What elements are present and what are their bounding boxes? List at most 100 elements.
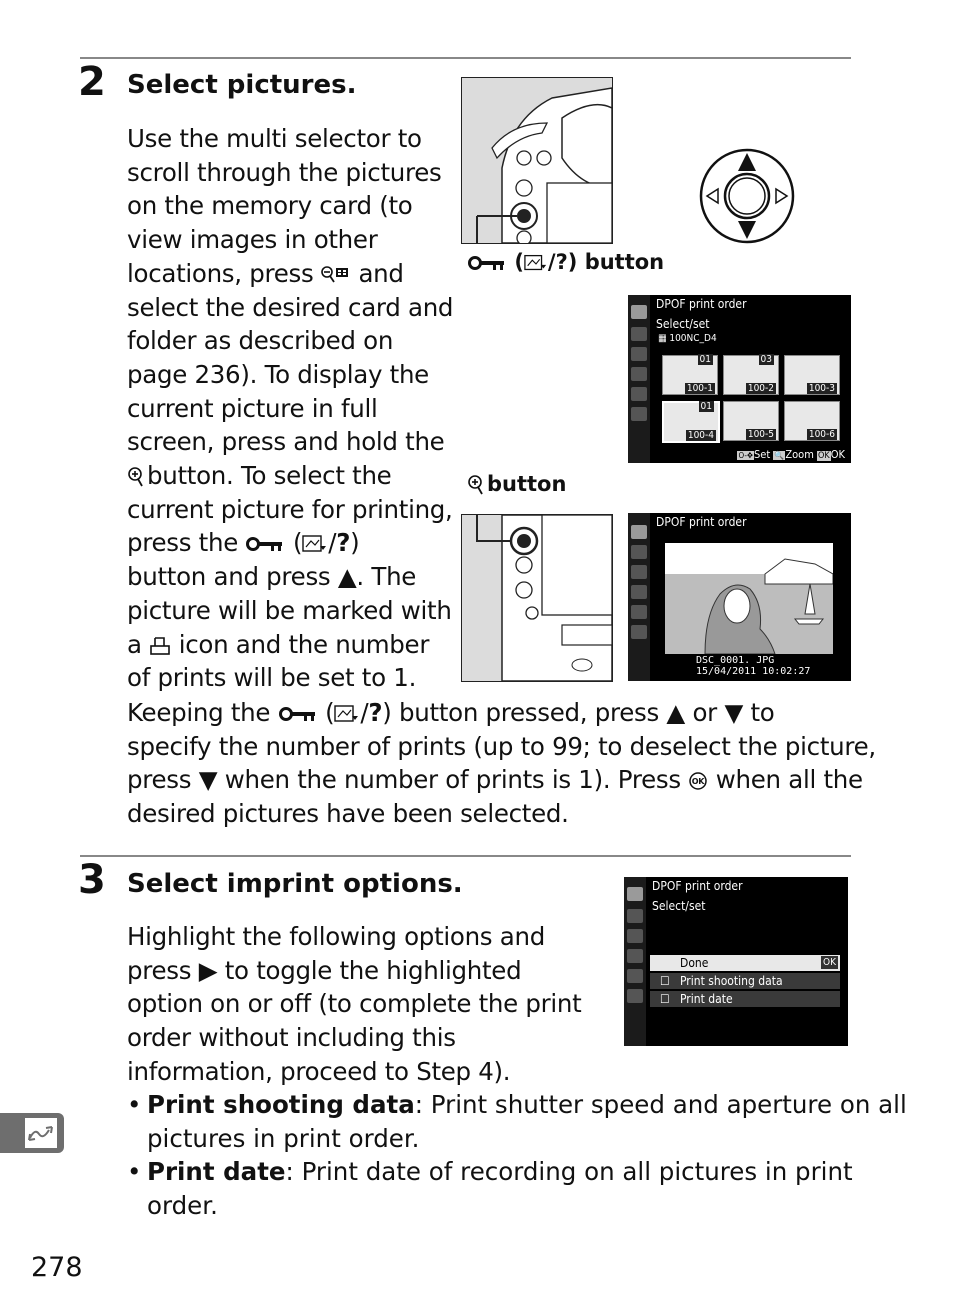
text-line: Use the multi selector to: [127, 124, 422, 153]
shooting-menu-icon: [631, 327, 647, 341]
screen-title: DPOF print order: [652, 879, 743, 893]
screen-subtitle: Select/set: [652, 899, 706, 913]
menu-item-label: Print date: [680, 992, 733, 1006]
thumb-label: 100-6: [806, 429, 837, 440]
text: or: [692, 698, 717, 727]
protect-button-caption: (/?) button: [467, 250, 664, 274]
text: to toggle the highlighted: [224, 955, 522, 985]
thumbnail[interactable]: 100-5: [723, 401, 779, 441]
text: button: [487, 472, 567, 496]
menu-item-label: Done: [680, 956, 709, 970]
step-title: Select pictures.: [127, 70, 357, 100]
text: Keeping the: [127, 698, 271, 727]
checkbox-unchecked-icon[interactable]: ☐: [660, 991, 670, 1007]
footer-ok: OK: [830, 448, 845, 461]
text: button and press: [127, 562, 331, 592]
text-line: desired pictures have been selected.: [127, 799, 569, 829]
menu-item-done[interactable]: Done OK: [650, 955, 840, 971]
thumbnail-selected[interactable]: 01 100-4: [662, 401, 720, 443]
help-icon: ?: [336, 528, 351, 558]
picture-control-icon: [524, 254, 547, 271]
text: button. To select the: [147, 461, 392, 491]
text-line: current picture for printing,: [127, 494, 453, 524]
step-number: 2: [78, 59, 106, 105]
camera-back-illustration: [461, 77, 613, 244]
bullet-dot: •: [127, 1090, 142, 1119]
text-line: of prints will be set to 1.: [127, 663, 417, 693]
bullet-dot: •: [127, 1157, 142, 1187]
thumbnail[interactable]: 100-3: [784, 355, 840, 395]
text: (: [292, 528, 303, 558]
ok-button-icon: OK: [689, 772, 708, 791]
text-line: specify the number of prints (up to 99; …: [127, 731, 876, 761]
bullet-item: • Print date: Print date of recording on…: [127, 1155, 857, 1222]
text-line: current picture in full: [127, 393, 378, 423]
text: when all the: [715, 765, 863, 795]
picture-control-icon: [302, 535, 327, 553]
up-arrow-icon: ▲: [666, 698, 685, 727]
thumbnail[interactable]: 01 100-1: [662, 354, 718, 395]
thumb-label: 100-5: [745, 429, 776, 440]
text: press: [127, 955, 192, 985]
thumbnail-zoom-out-icon: [321, 266, 348, 283]
text: a: [127, 629, 142, 659]
help-icon: ?: [555, 250, 568, 274]
menu-item-print-shooting-data[interactable]: ☐ Print shooting data: [650, 973, 840, 989]
page-number: 278: [31, 1252, 83, 1283]
text-line: press the (/?): [127, 526, 447, 560]
text: press: [127, 765, 192, 795]
down-arrow-icon: ▼: [198, 765, 218, 795]
help-icon: ?: [368, 698, 383, 727]
text-line: Highlight the following options and: [127, 922, 545, 951]
retouch-menu-icon: [631, 387, 647, 401]
text-line: option on or off (to complete the print: [127, 989, 582, 1019]
menu-sidebar: [628, 513, 650, 681]
camera-screen-imprint-options: DPOF print order Select/set Done OK ☐ Pr…: [624, 877, 848, 1046]
file-datetime: 15/04/2011 10:02:27: [696, 666, 811, 677]
text-line: on the memory card (to: [127, 191, 413, 221]
portrait-photo: [704, 558, 833, 654]
step2-continuation: Keeping the (/?) button pressed, press ▲…: [127, 696, 876, 831]
setup-menu-icon: [631, 367, 647, 381]
bullet-desc: order.: [147, 1191, 218, 1221]
text-line: order without including this: [127, 1023, 456, 1053]
thumbnail[interactable]: 03 100-2: [723, 354, 779, 395]
text: ): [350, 528, 360, 558]
section-divider: [80, 57, 851, 59]
text-line: select the desired card and: [127, 292, 454, 322]
up-arrow-icon: ▲: [337, 562, 357, 592]
bullet-list: • Print shooting data: Print shutter spe…: [127, 1088, 907, 1223]
camera-body-drawing: [462, 515, 612, 681]
print-count: 01: [697, 354, 713, 365]
text: ) button pressed, press: [382, 698, 659, 727]
camera-back-zoom-illustration: [461, 514, 613, 682]
menu-item-print-date[interactable]: ☐ Print date: [650, 991, 840, 1007]
menu-sidebar: [628, 295, 650, 463]
down-arrow-icon: ▼: [724, 698, 743, 727]
shooting-menu-icon: [631, 545, 647, 559]
my-menu-icon: [631, 407, 647, 421]
screen-title: DPOF print order: [656, 297, 747, 311]
text-line: locations, press and: [127, 257, 447, 291]
text-line: folder as described on: [127, 326, 394, 356]
text: . The: [356, 562, 417, 592]
step2-body: Use the multi selector to scroll through…: [127, 122, 454, 695]
step-number: 3: [78, 857, 106, 903]
text-line: scroll through the pictures: [127, 157, 442, 187]
shooting-menu-icon: [627, 909, 643, 923]
checkbox-unchecked-icon[interactable]: ☐: [660, 973, 670, 989]
text-line: page 236). To display the: [127, 359, 429, 389]
section-divider: [80, 855, 851, 857]
protect-key-icon: [278, 707, 315, 721]
text: ) button: [567, 250, 665, 274]
thumbnail[interactable]: 100-6: [784, 401, 840, 441]
thumb-label: 100-3: [806, 383, 837, 394]
zoom-in-icon: [468, 475, 483, 495]
menu-item-label: Print shooting data: [680, 974, 783, 988]
text: locations, press: [127, 258, 314, 288]
ok-badge: OK: [821, 956, 838, 969]
step-title: Select imprint options.: [127, 869, 463, 899]
thumb-label: 100-4: [685, 430, 716, 441]
camera-screen-select-set: DPOF print order Select/set ▦ 100NC_D4 0…: [628, 295, 851, 463]
text: /: [547, 250, 556, 274]
